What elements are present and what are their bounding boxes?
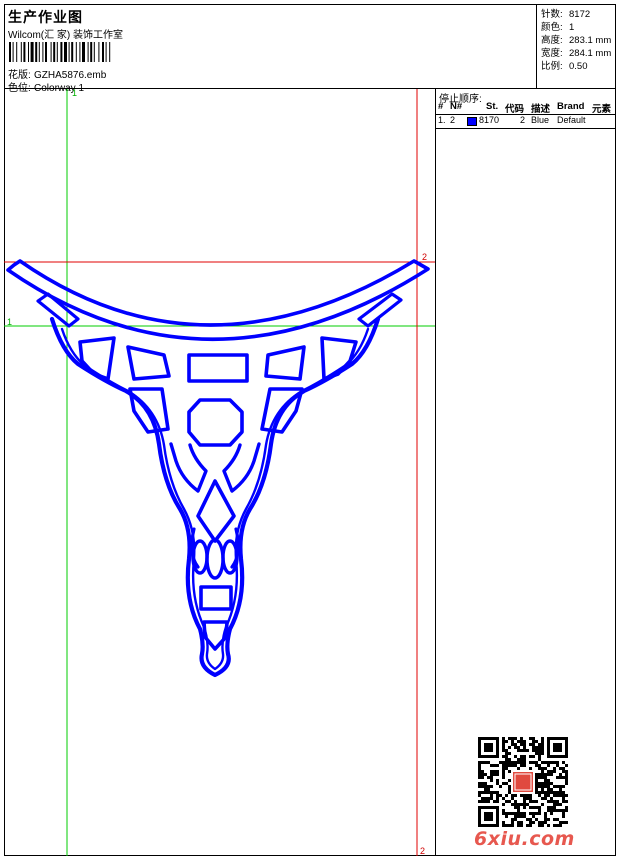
design-lattice-left: [169, 442, 208, 493]
stat-value: 0.50: [569, 61, 588, 72]
design-lattice-right: [222, 442, 261, 493]
stat-label: 比例:: [541, 61, 563, 72]
guide-label-red-bottom: 2: [420, 846, 426, 856]
design-center-octagon: [187, 398, 244, 447]
column-header: St.: [486, 101, 499, 112]
design-stats: 针数: 8172 颜色: 1 高度: 283.1 mm 宽度: 284.1 mm 比例:…: [537, 4, 616, 89]
stat-label: 高度:: [541, 35, 563, 46]
column-header: Brand: [557, 101, 585, 112]
thread-color-swatch: [467, 117, 477, 126]
watermark-logo: 6xiu.com: [474, 828, 575, 850]
stat-label: 针数:: [541, 9, 563, 20]
studio-name: Wilcom(汇 家) 装饰工作室: [8, 30, 123, 41]
column-header: N#: [450, 101, 463, 112]
row-needle: 2: [450, 115, 456, 125]
column-header: 描述: [531, 104, 551, 115]
design-oval-center: [205, 538, 225, 580]
stat-height: 高度: 283.1 mm: [541, 32, 611, 46]
column-header: 元素: [592, 104, 612, 115]
column-header: 代码: [505, 104, 525, 115]
design-canvas: 1 1 2 2: [4, 89, 436, 856]
stat-stitch-count: 针数: 8172: [541, 6, 590, 20]
stat-color-count: 颜色: 1: [541, 19, 574, 33]
design-arc-band: [6, 259, 430, 342]
row-index: 1.: [438, 115, 446, 125]
design-diamond: [196, 479, 236, 543]
guide-label-green-side: 1: [7, 317, 13, 327]
qr-code: [478, 737, 568, 827]
design-shape-left: [126, 345, 171, 381]
guide-label-red-top: 2: [422, 252, 428, 262]
design-small-rect: [199, 585, 233, 611]
row-description: Blue: [531, 115, 550, 125]
embroidery-preview: [4, 89, 435, 856]
stop-sequence-header: # N# St. 代码 描述 Brand 元素: [436, 101, 616, 115]
stat-width: 宽度: 284.1 mm: [541, 45, 611, 59]
stat-scale: 比例: 0.50: [541, 58, 588, 72]
barcode: [9, 42, 111, 62]
design-center-rect: [187, 353, 249, 383]
row-stitches: 8170: [479, 115, 500, 125]
design-shape-far-right: [320, 336, 358, 381]
table-row: 1. 2 8170 2 Blue Default: [436, 115, 616, 129]
row-brand: Default: [557, 115, 586, 125]
design-shape-right: [264, 345, 306, 381]
row-code: 2: [520, 115, 526, 125]
header-info: 生产作业图 Wilcom(汇 家) 装饰工作室 花版: GZHA5876.emb …: [4, 4, 537, 94]
design-right-tab: [357, 292, 403, 328]
stat-label: 宽度:: [541, 48, 563, 59]
seal-logo: [511, 770, 535, 794]
column-header: #: [438, 101, 444, 112]
embroidery-design: [6, 259, 430, 678]
document-title: 生产作业图: [8, 9, 83, 25]
stat-label: 颜色:: [541, 22, 563, 33]
guide-label-green-top: 1: [72, 89, 78, 98]
